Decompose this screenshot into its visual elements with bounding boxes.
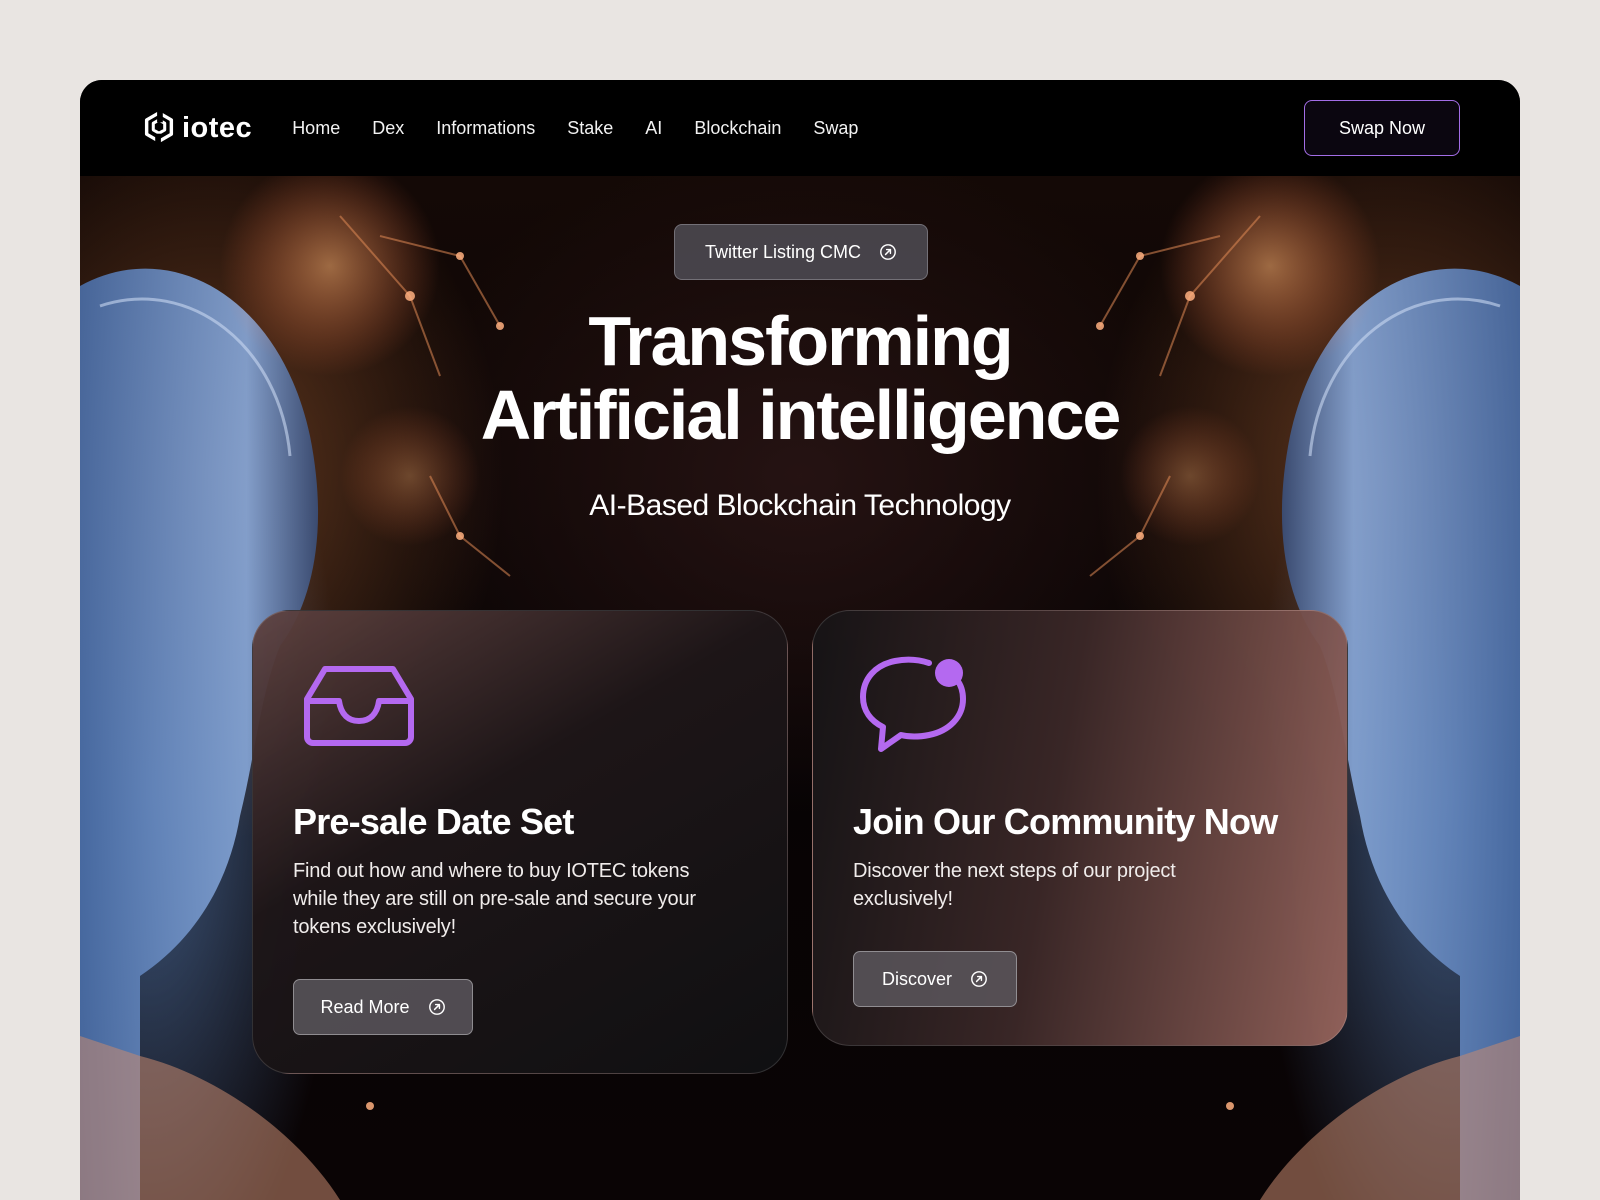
read-more-button[interactable]: Read More [293,979,473,1035]
discover-button[interactable]: Discover [853,951,1017,1007]
nav-item-blockchain[interactable]: Blockchain [694,118,781,139]
hexagon-logo-icon [144,110,174,146]
swap-now-button[interactable]: Swap Now [1304,100,1460,156]
presale-card: Pre-sale Date Set Find out how and where… [252,610,788,1074]
navbar: iotec Home Dex Informations Stake AI Blo… [80,80,1520,176]
presale-card-description: Find out how and where to buy IOTEC toke… [293,860,696,938]
pill-label: Twitter Listing CMC [704,241,862,262]
arrow-up-right-circle-icon [971,971,987,987]
nav-item-home[interactable]: Home [292,118,340,139]
main-nav: Home Dex Informations Stake AI Blockchai… [292,118,858,139]
nav-item-dex[interactable]: Dex [372,118,404,139]
community-card: Join Our Community Now Discover the next… [812,610,1348,1046]
inbox-icon [304,666,414,746]
twitter-listing-pill[interactable]: Twitter Listing CMC [674,224,928,280]
arrow-up-right-circle-icon [880,244,896,260]
brand-logo[interactable]: iotec [140,109,252,147]
hero-subtitle: AI-Based Blockchain Technology [589,489,1011,522]
hero-section: Twitter Listing CMC Transforming Artific… [80,176,1520,1200]
community-card-description: Discover the next steps of our project e… [853,860,1176,910]
community-card-title: Join Our Community Now [853,801,1278,842]
discover-label: Discover [881,968,952,989]
hero-title: Transforming Artificial intelligence [80,304,1520,452]
nav-item-stake[interactable]: Stake [567,118,613,139]
nav-item-swap[interactable]: Swap [813,118,858,139]
read-more-label: Read More [320,996,410,1017]
brand-name: iotec [182,111,253,144]
app-frame: iotec Home Dex Informations Stake AI Blo… [80,80,1520,1200]
hero-title-line2: Artificial intelligence [480,376,1122,454]
nav-item-ai[interactable]: AI [645,118,662,139]
hero-title-line1: Transforming [588,302,1013,380]
nav-item-informations[interactable]: Informations [436,118,535,139]
chat-notification-icon [860,656,966,752]
presale-card-title: Pre-sale Date Set [293,801,574,842]
arrow-up-right-circle-icon [428,999,445,1015]
